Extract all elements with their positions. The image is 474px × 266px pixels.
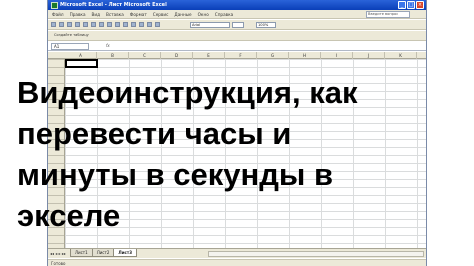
menu-file[interactable]: Файл xyxy=(52,12,64,17)
column-header[interactable]: J xyxy=(353,52,385,59)
save-icon[interactable] xyxy=(67,22,72,27)
column-header[interactable]: H xyxy=(289,52,321,59)
window-controls: _ □ × xyxy=(398,1,424,9)
caption-line: Видеоинструкция, как xyxy=(17,75,358,110)
undo-icon[interactable] xyxy=(123,22,128,27)
column-header[interactable]: K xyxy=(385,52,417,59)
column-header[interactable]: E xyxy=(193,52,225,59)
column-header[interactable]: D xyxy=(161,52,193,59)
copy-icon[interactable] xyxy=(107,22,112,27)
title-bar: Microsoft Excel - Лист Microsoft Excel _… xyxy=(48,0,426,10)
menu-bar: Файл Правка Вид Вставка Формат Сервис Да… xyxy=(48,10,426,19)
open-icon[interactable] xyxy=(59,22,64,27)
toolbar-label[interactable]: Создайте таблицу xyxy=(54,33,89,37)
sheet-tab[interactable]: Лист2 xyxy=(91,249,115,257)
spelling-icon[interactable] xyxy=(91,22,96,27)
font-select[interactable]: Arial xyxy=(190,22,230,28)
column-headers: A B C D E F G H I J K xyxy=(48,52,426,59)
formula-bar: A1 fx xyxy=(48,42,426,51)
name-box[interactable]: A1 xyxy=(51,43,89,50)
sheet-tab-active[interactable]: Лист3 xyxy=(113,249,137,257)
column-header[interactable]: I xyxy=(321,52,353,59)
column-header[interactable]: C xyxy=(129,52,161,59)
preview-icon[interactable] xyxy=(83,22,88,27)
maximize-button[interactable]: □ xyxy=(407,1,415,9)
chart-icon[interactable] xyxy=(155,22,160,27)
active-cell[interactable] xyxy=(65,59,98,68)
close-button[interactable]: × xyxy=(416,1,424,9)
menu-tools[interactable]: Сервис xyxy=(153,12,169,17)
cut-icon[interactable] xyxy=(99,22,104,27)
menu-data[interactable]: Данные xyxy=(174,12,191,17)
sum-icon[interactable] xyxy=(139,22,144,27)
excel-app-icon xyxy=(51,1,58,9)
sheet-nav-arrows[interactable]: ◂◂ ◂ ▸ ▸▸ xyxy=(50,251,66,256)
status-bar: Готово xyxy=(48,259,426,266)
menu-edit[interactable]: Правка xyxy=(70,12,86,17)
sheet-tab-bar: ◂◂ ◂ ▸ ▸▸ Лист1 Лист2 Лист3 xyxy=(48,248,426,258)
menu-format[interactable]: Формат xyxy=(130,12,147,17)
sheet-tab[interactable]: Лист1 xyxy=(70,249,93,257)
column-header[interactable]: B xyxy=(97,52,129,59)
menu-window[interactable]: Окно xyxy=(198,12,209,17)
overlay-caption: Видеоинструкция, как перевести часы и ми… xyxy=(17,72,377,236)
column-header[interactable]: A xyxy=(65,52,97,59)
menu-help[interactable]: Справка xyxy=(215,12,233,17)
redo-icon[interactable] xyxy=(131,22,136,27)
print-icon[interactable] xyxy=(75,22,80,27)
caption-line: минуты в секунды в xyxy=(17,157,334,192)
menu-insert[interactable]: Вставка xyxy=(106,12,124,17)
menu-view[interactable]: Вид xyxy=(92,12,101,17)
paste-icon[interactable] xyxy=(115,22,120,27)
horizontal-scrollbar[interactable] xyxy=(208,251,424,257)
column-header[interactable]: G xyxy=(257,52,289,59)
column-header[interactable]: F xyxy=(225,52,257,59)
sort-icon[interactable] xyxy=(147,22,152,27)
minimize-button[interactable]: _ xyxy=(398,1,406,9)
standard-toolbar: Arial 100% xyxy=(48,20,426,30)
help-search-input[interactable]: Введите вопрос xyxy=(366,11,410,18)
fx-icon[interactable]: fx xyxy=(106,43,110,48)
toolbar-icons xyxy=(51,22,160,27)
caption-line: перевести часы и xyxy=(17,116,292,151)
sheet-tabs: Лист1 Лист2 Лист3 xyxy=(70,249,137,257)
secondary-toolbar: Создайте таблицу xyxy=(48,31,426,41)
caption-line: экселе xyxy=(17,198,121,233)
new-icon[interactable] xyxy=(51,22,56,27)
font-size-select[interactable] xyxy=(232,22,244,28)
window-title: Microsoft Excel - Лист Microsoft Excel xyxy=(60,2,167,8)
zoom-select[interactable]: 100% xyxy=(256,22,276,28)
